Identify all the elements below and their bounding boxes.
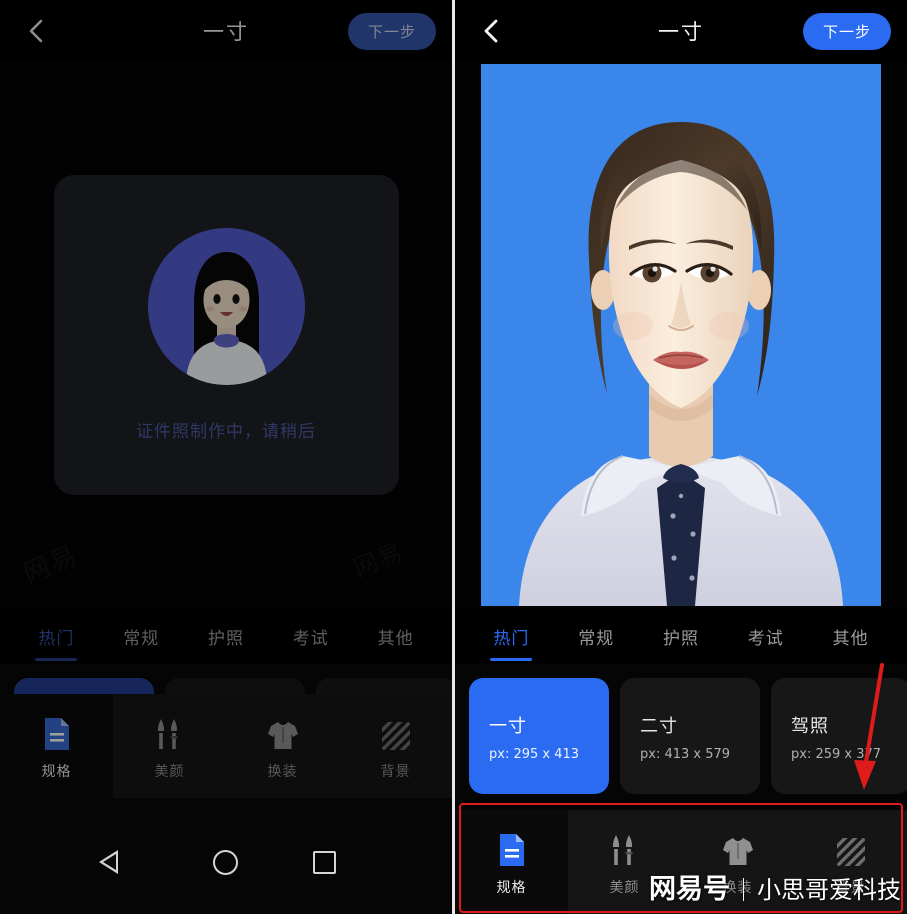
size-card-spec: px: 413 x 579 xyxy=(640,747,731,762)
android-navigation-bar xyxy=(0,810,452,914)
toolbar-item-outfit[interactable]: 换装 xyxy=(226,694,339,798)
toolbar-item-background[interactable]: 背景 xyxy=(339,694,452,798)
source-watermark: 网易号 ｜ 小思哥爱科技 xyxy=(649,867,901,906)
tab-exam[interactable]: 考试 xyxy=(723,624,808,649)
toolbar-item-beauty[interactable]: 美颜 xyxy=(113,694,226,798)
toolbar-label: 美颜 xyxy=(154,763,185,780)
tab-hot[interactable]: 热门 xyxy=(14,624,99,649)
size-card-driver-license[interactable]: 驾照 px: 259 x 377 xyxy=(771,678,907,794)
hatch-pattern-icon xyxy=(380,712,412,752)
tab-regular[interactable]: 常规 xyxy=(99,624,184,649)
tab-passport[interactable]: 护照 xyxy=(639,624,724,649)
watermark-brand: 网易号 xyxy=(649,874,730,905)
size-card-spec: px: 295 x 413 xyxy=(489,747,580,762)
watermark-separator: ｜ xyxy=(732,878,755,904)
document-icon xyxy=(497,828,527,868)
tshirt-icon xyxy=(266,712,300,752)
id-photo-portrait[interactable] xyxy=(481,64,881,606)
size-card-two-inch[interactable]: 二寸 px: 413 x 579 xyxy=(620,678,760,794)
hatch-pattern-icon xyxy=(835,828,867,868)
toolbar-label: 规格 xyxy=(41,763,72,780)
left-phone-screen: 一寸 下一步 网易 网易 证件照制作中，请稍后 热门 常规 护照 考试 其他 规… xyxy=(0,0,452,914)
size-card-spec: px: 259 x 377 xyxy=(791,747,882,762)
tab-other[interactable]: 其他 xyxy=(808,624,893,649)
watermark-author: 小思哥爱科技 xyxy=(757,876,901,904)
back-button[interactable] xyxy=(16,11,56,51)
toolbar-item-spec[interactable]: 规格 xyxy=(0,694,113,798)
triangle-back-icon[interactable] xyxy=(98,847,143,877)
toolbar-label: 美颜 xyxy=(609,879,640,896)
app-header: 一寸 下一步 xyxy=(455,0,907,62)
tab-regular[interactable]: 常规 xyxy=(554,624,639,649)
loading-status-text: 证件照制作中，请稍后 xyxy=(136,422,316,442)
tab-other[interactable]: 其他 xyxy=(353,624,438,649)
document-icon xyxy=(42,712,72,752)
size-card-title: 二寸 xyxy=(640,716,678,737)
size-card-list: 一寸 px: 295 x 413 二寸 px: 413 x 579 驾照 px:… xyxy=(455,664,907,798)
background-watermark-2: 网易 xyxy=(349,537,409,583)
tshirt-icon xyxy=(721,828,755,868)
chevron-left-icon xyxy=(26,17,46,45)
back-button[interactable] xyxy=(471,11,511,51)
preview-area xyxy=(455,62,907,608)
toolbar-label: 换装 xyxy=(267,763,298,780)
square-recents-icon[interactable] xyxy=(309,847,339,877)
person-avatar-illustration xyxy=(147,228,305,385)
next-step-button[interactable]: 下一步 xyxy=(802,12,891,50)
toolbar-label: 规格 xyxy=(496,879,527,896)
size-card-title: 驾照 xyxy=(791,716,829,737)
beauty-brush-icon xyxy=(155,712,185,752)
tab-hot[interactable]: 热门 xyxy=(469,624,554,649)
circle-home-icon[interactable] xyxy=(211,847,241,877)
tab-exam[interactable]: 考试 xyxy=(268,624,353,649)
size-card-title: 一寸 xyxy=(489,716,527,737)
left-screen-content: 一寸 下一步 网易 网易 证件照制作中，请稍后 热门 常规 护照 考试 其他 规… xyxy=(0,0,452,798)
size-card-one-inch[interactable]: 一寸 px: 295 x 413 xyxy=(469,678,609,794)
chevron-left-icon xyxy=(481,17,501,45)
right-phone-screen: 一寸 下一步 热门 常规 护照 考试 其他 一寸 px: 295 x 413 二… xyxy=(455,0,907,914)
toolbar-label: 背景 xyxy=(380,763,411,780)
toolbar-item-spec[interactable]: 规格 xyxy=(455,810,568,914)
category-tabs: 热门 常规 护照 考试 其他 xyxy=(0,608,452,664)
beauty-brush-icon xyxy=(610,828,640,868)
loading-card: 证件照制作中，请稍后 xyxy=(53,175,399,495)
screenshot-stage: 一寸 下一步 网易 网易 证件照制作中，请稍后 热门 常规 护照 考试 其他 规… xyxy=(0,0,907,914)
tab-passport[interactable]: 护照 xyxy=(184,624,269,649)
next-step-button[interactable]: 下一步 xyxy=(347,12,436,50)
app-header: 一寸 下一步 xyxy=(0,0,452,62)
category-tabs: 热门 常规 护照 考试 其他 xyxy=(455,608,907,664)
preview-area: 网易 网易 证件照制作中，请稍后 xyxy=(0,62,452,608)
background-watermark: 网易 xyxy=(19,540,83,590)
bottom-toolbar: 规格 美颜 换装 背景 xyxy=(0,694,452,798)
